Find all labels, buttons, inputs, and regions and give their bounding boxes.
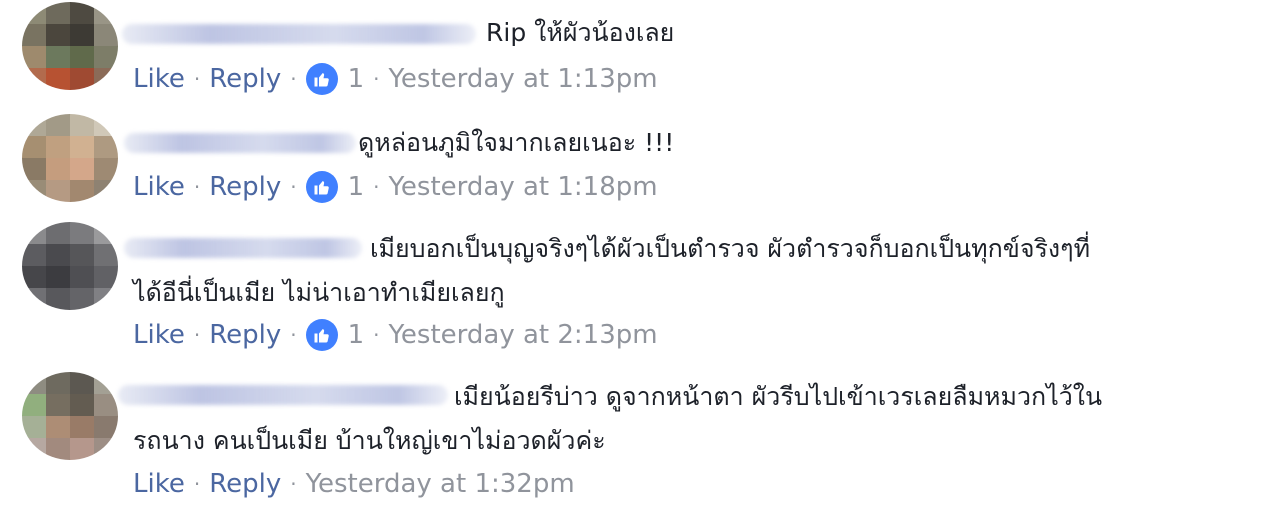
author-name-blurred[interactable]	[122, 24, 476, 44]
thumbs-up-icon[interactable]	[305, 171, 338, 203]
avatar[interactable]	[22, 372, 118, 460]
comment-text-line: Rip ให้ผัวน้องเลย	[486, 18, 675, 47]
reply-link[interactable]: Reply	[209, 320, 281, 350]
comment-actions: Like · Reply · 1 · Yesterday at 2:13pm	[133, 315, 658, 355]
comment-text-line: ได้อีนี่เป็นเมีย ไม่น่าเอาทำเมียเลยกู	[133, 278, 505, 307]
like-link[interactable]: Like	[133, 64, 185, 94]
separator-dot: ·	[290, 67, 297, 91]
separator-dot: ·	[290, 175, 297, 199]
comment-timestamp[interactable]: Yesterday at 2:13pm	[388, 320, 657, 350]
comment-text-line: เมียน้อยรีบ่าว ดูจากหน้าตา ผัวรีบไปเข้าเ…	[454, 382, 1103, 411]
comment-text-line: เมียบอกเป็นบุญจริงๆได้ผัวเป็นตำรวจ ผัวตำ…	[370, 234, 1091, 263]
thumbs-up-icon[interactable]	[305, 319, 338, 351]
separator-dot: ·	[193, 472, 201, 496]
avatar[interactable]	[22, 2, 118, 90]
separator-dot: ·	[193, 175, 201, 199]
avatar[interactable]	[22, 114, 118, 202]
separator-dot: ·	[373, 175, 380, 199]
avatar[interactable]	[22, 222, 118, 310]
comment-actions: Like · Reply · 1 · Yesterday at 1:13pm	[133, 59, 658, 99]
comment-text: Rip ให้ผัวน้องเลย	[486, 10, 674, 56]
separator-dot: ·	[193, 67, 201, 91]
comment-text-line: รถนาง คนเป็นเมีย บ้านใหญ่เขาไม่อวดผัวค่ะ	[133, 426, 606, 455]
reaction-count[interactable]: 1	[348, 320, 365, 350]
comment-timestamp[interactable]: Yesterday at 1:13pm	[388, 64, 657, 94]
separator-dot: ·	[193, 323, 201, 347]
reply-link[interactable]: Reply	[209, 64, 281, 94]
reply-link[interactable]: Reply	[209, 172, 281, 202]
author-name-blurred[interactable]	[124, 133, 356, 153]
separator-dot: ·	[290, 472, 297, 496]
author-name-blurred[interactable]	[118, 385, 448, 405]
separator-dot: ·	[373, 67, 380, 91]
reply-link[interactable]: Reply	[209, 469, 281, 499]
comment-text: ดูหล่อนภูมิใจมากเลยเนอะ !!!	[358, 120, 674, 166]
comment-actions: Like · Reply · 1 · Yesterday at 1:18pm	[133, 167, 658, 207]
reaction-count[interactable]: 1	[348, 172, 365, 202]
reaction-count[interactable]: 1	[348, 64, 365, 94]
like-link[interactable]: Like	[133, 320, 185, 350]
comment-timestamp[interactable]: Yesterday at 1:18pm	[388, 172, 657, 202]
comment-timestamp[interactable]: Yesterday at 1:32pm	[306, 469, 575, 499]
comment-text: ได้อีนี่เป็นเมีย ไม่น่าเอาทำเมียเลยกู	[133, 270, 505, 316]
comment-text-line: ดูหล่อนภูมิใจมากเลยเนอะ !!!	[358, 128, 675, 157]
comment-actions: Like · Reply · Yesterday at 1:32pm	[133, 464, 575, 504]
separator-dot: ·	[290, 323, 297, 347]
separator-dot: ·	[373, 323, 380, 347]
like-link[interactable]: Like	[133, 469, 185, 499]
thumbs-up-icon[interactable]	[305, 63, 338, 95]
comment-text: รถนาง คนเป็นเมีย บ้านใหญ่เขาไม่อวดผัวค่ะ	[133, 418, 606, 464]
comment-text: เมียน้อยรีบ่าว ดูจากหน้าตา ผัวรีบไปเข้าเ…	[454, 374, 1102, 420]
author-name-blurred[interactable]	[124, 238, 362, 258]
like-link[interactable]: Like	[133, 172, 185, 202]
comment-text: เมียบอกเป็นบุญจริงๆได้ผัวเป็นตำรวจ ผัวตำ…	[370, 226, 1090, 272]
